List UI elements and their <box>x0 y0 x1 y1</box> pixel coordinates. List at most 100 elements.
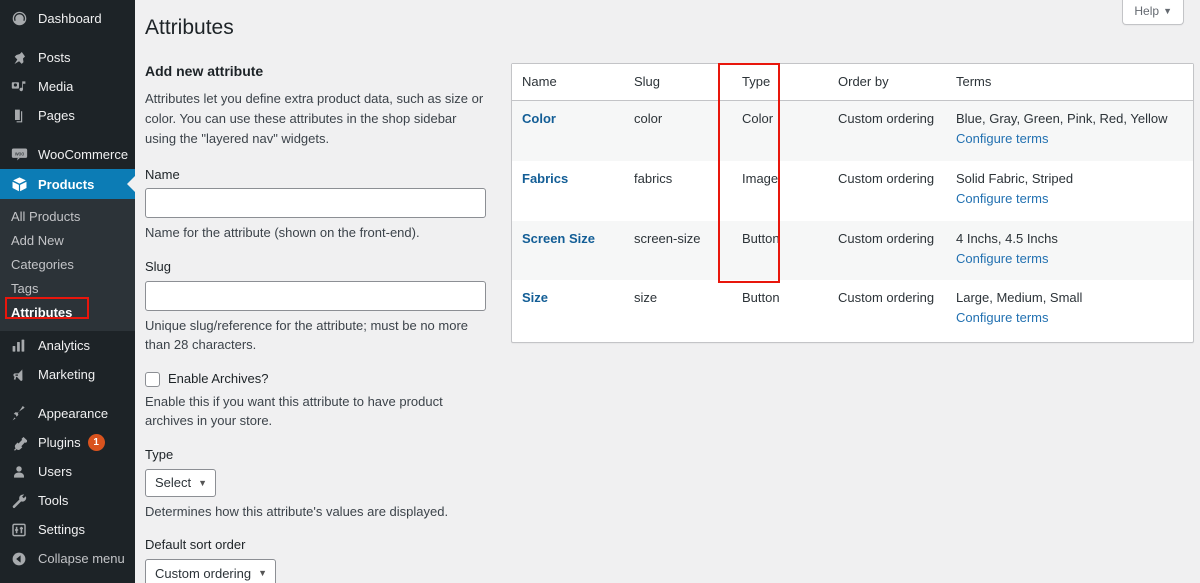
brush-icon <box>9 404 29 424</box>
column-header-terms[interactable]: Terms <box>946 64 1193 102</box>
slug-input[interactable] <box>145 280 486 311</box>
slug-field-help: Unique slug/reference for the attribute;… <box>145 317 469 353</box>
cell-name: Fabrics <box>512 161 624 221</box>
sidebar-item-label: WooCommerce <box>38 147 129 162</box>
name-input[interactable] <box>145 188 486 219</box>
sidebar-item-appearance[interactable]: Appearance <box>0 399 135 428</box>
form-heading: Add new attribute <box>145 63 264 80</box>
main-content: Help ▼ Attributes Add new attribute Attri… <box>135 0 1200 583</box>
configure-terms-link[interactable]: Configure terms <box>956 309 1183 328</box>
enable-archives-checkbox[interactable] <box>145 371 160 387</box>
table-row: Size size Button Custom ordering Large, … <box>512 280 1193 342</box>
sidebar-item-label: Marketing <box>38 367 96 382</box>
column-header-slug[interactable]: Slug <box>624 64 732 102</box>
sidebar-item-media[interactable]: Media <box>0 72 135 101</box>
sidebar-item-posts[interactable]: Posts <box>0 43 135 72</box>
terms-list: Large, Medium, Small <box>956 290 1083 306</box>
sidebar-item-users[interactable]: Users <box>0 457 135 486</box>
sidebar-item-analytics[interactable]: Analytics <box>0 331 135 360</box>
sidebar-item-collapse-menu[interactable]: Collapse menu <box>0 544 135 573</box>
column-header-order-by[interactable]: Order by <box>828 64 946 102</box>
terms-list: Solid Fabric, Striped <box>956 170 1074 186</box>
sidebar-item-tools[interactable]: Tools <box>0 486 135 515</box>
configure-terms-link[interactable]: Configure terms <box>956 250 1183 269</box>
enable-archives-label: Enable Archives? <box>168 370 269 386</box>
admin-sidebar: Dashboard Posts Media Pages woo WooComme… <box>0 0 136 583</box>
sidebar-subitem-all-products[interactable]: All Products <box>0 204 135 228</box>
sidebar-subitem-categories[interactable]: Categories <box>0 252 135 276</box>
sort-order-select-value: Custom ordering <box>155 565 252 581</box>
add-attribute-form: Add new attribute Attributes let you def… <box>145 63 505 583</box>
cell-order-by: Custom ordering <box>828 220 946 281</box>
enable-archives-row[interactable]: Enable Archives? <box>145 371 495 388</box>
submenu-label: Attributes <box>11 304 73 320</box>
sort-order-select[interactable]: Custom ordering ▼ <box>145 559 277 583</box>
cell-name: Screen Size <box>512 220 624 281</box>
products-submenu: All Products Add New Categories Tags Att… <box>0 199 135 331</box>
type-select[interactable]: Select ▼ <box>145 468 217 497</box>
cell-name: Size <box>512 280 624 342</box>
sidebar-item-pages[interactable]: Pages <box>0 101 135 130</box>
configure-terms-link[interactable]: Configure terms <box>956 130 1183 149</box>
sidebar-subitem-tags[interactable]: Tags <box>0 276 135 300</box>
form-description: Attributes let you define extra product … <box>145 91 484 146</box>
cell-terms: Large, Medium, Small Configure terms <box>946 280 1193 342</box>
enable-archives-help: Enable this if you want this attribute t… <box>145 393 443 429</box>
sidebar-subitem-attributes[interactable]: Attributes <box>0 300 135 324</box>
dashboard-icon <box>9 9 29 29</box>
submenu-label: Tags <box>11 280 39 296</box>
pin-icon <box>9 48 29 68</box>
sidebar-item-products[interactable]: Products <box>0 169 136 199</box>
attribute-name-link[interactable]: Fabrics <box>522 171 568 186</box>
cell-terms: 4 Inchs, 4.5 Inchs Configure terms <box>946 220 1193 281</box>
sidebar-item-label: Pages <box>38 108 75 123</box>
sidebar-item-marketing[interactable]: Marketing <box>0 360 135 389</box>
sidebar-item-label: Dashboard <box>38 11 102 26</box>
configure-terms-link[interactable]: Configure terms <box>956 190 1183 209</box>
cell-slug: color <box>624 101 732 161</box>
sidebar-item-dashboard[interactable]: Dashboard <box>0 4 135 33</box>
cell-type: Image <box>742 170 779 186</box>
cell-order-by: Custom ordering <box>838 290 935 306</box>
sidebar-item-label: Collapse menu <box>38 551 125 566</box>
chevron-down-icon: ▼ <box>258 568 268 578</box>
cell-type: Color <box>732 101 828 161</box>
cell-slug: size <box>634 290 658 306</box>
attribute-name-link[interactable]: Size <box>522 290 548 305</box>
cell-slug: fabrics <box>634 170 673 186</box>
cell-slug: screen-size <box>624 220 732 281</box>
megaphone-icon <box>9 365 29 385</box>
help-tab-button[interactable]: Help ▼ <box>1122 0 1184 26</box>
type-field-help: Determines how this attribute's values a… <box>145 503 449 519</box>
terms-list: 4 Inchs, 4.5 Inchs <box>956 230 1058 246</box>
pages-icon <box>9 106 29 126</box>
attributes-table-wrapper: Name Slug Type Order by Terms Color colo… <box>505 63 1194 583</box>
table-body: Color color Color Custom ordering Blue, … <box>512 101 1193 342</box>
cell-order-by: Custom ordering <box>828 101 946 161</box>
sidebar-subitem-add-new[interactable]: Add New <box>0 228 135 252</box>
sidebar-item-label: Users <box>38 464 72 479</box>
column-header-name[interactable]: Name <box>512 64 624 102</box>
cell-terms: Blue, Gray, Green, Pink, Red, Yellow Con… <box>946 101 1193 161</box>
sidebar-item-label: Media <box>38 79 74 94</box>
submenu-label: Add New <box>11 232 64 248</box>
wrench-icon <box>9 491 29 511</box>
content-columns: Add new attribute Attributes let you def… <box>135 41 1200 583</box>
sort-order-field-label: Default sort order <box>145 537 246 553</box>
submenu-label: All Products <box>11 208 81 224</box>
table-row: Screen Size screen-size Button Custom or… <box>512 220 1193 281</box>
cell-type: Button <box>742 290 780 306</box>
table-row: Fabrics fabrics Image Custom ordering So… <box>512 161 1193 221</box>
sidebar-item-label: Tools <box>38 493 69 508</box>
sidebar-item-woocommerce[interactable]: woo WooCommerce <box>0 140 135 169</box>
svg-text:woo: woo <box>14 151 24 157</box>
products-icon <box>9 174 29 194</box>
column-header-type[interactable]: Type <box>732 64 828 102</box>
attribute-name-link[interactable]: Color <box>522 111 556 126</box>
table-header-row: Name Slug Type Order by Terms <box>512 64 1193 102</box>
type-field-label: Type <box>145 446 174 462</box>
attribute-name-link[interactable]: Screen Size <box>522 231 595 246</box>
sidebar-item-plugins[interactable]: Plugins 1 <box>0 428 135 457</box>
sidebar-item-settings[interactable]: Settings <box>0 515 135 544</box>
name-field-help: Name for the attribute (shown on the fro… <box>145 225 420 241</box>
